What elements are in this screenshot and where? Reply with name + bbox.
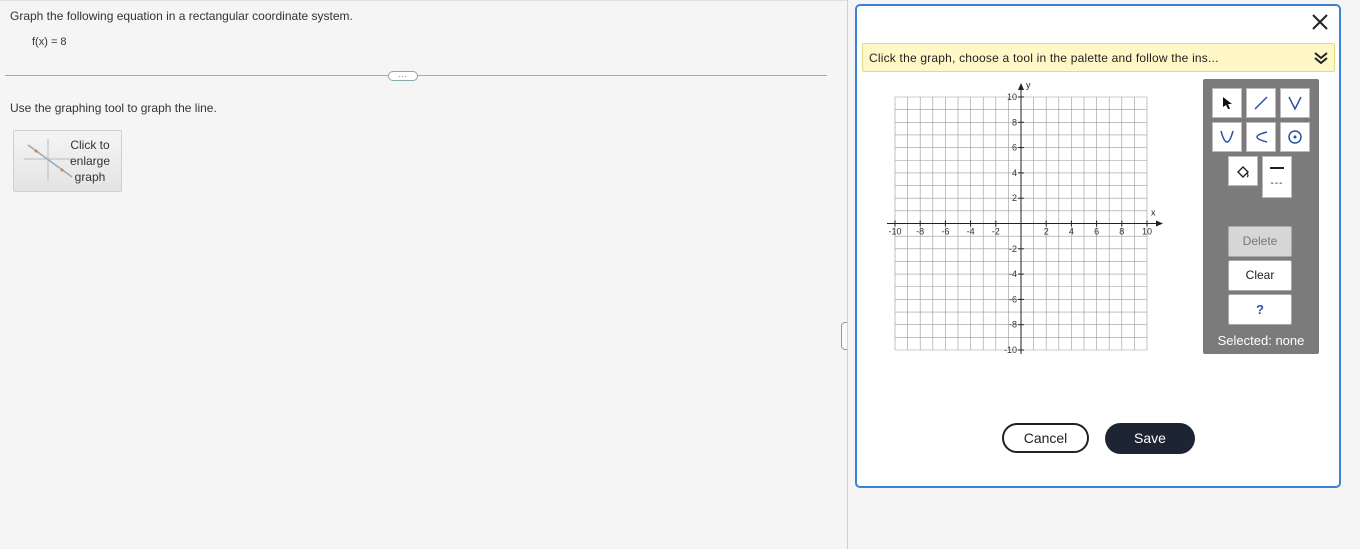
y-tick-label: -10	[1004, 345, 1017, 355]
circle-tool[interactable]	[1280, 122, 1310, 152]
x-tick-label: 6	[1094, 227, 1099, 237]
cancel-button[interactable]: Cancel	[1002, 423, 1089, 453]
x-tick-label: 8	[1119, 227, 1124, 237]
x-tick-label: -6	[941, 227, 949, 237]
x-tick-label: -2	[992, 227, 1000, 237]
selected-status: Selected: none	[1217, 333, 1305, 348]
delete-button[interactable]: Delete	[1228, 226, 1292, 257]
y-tick-label: -6	[1009, 294, 1017, 304]
fill-icon	[1237, 166, 1249, 178]
question-pane: Graph the following equation in a rectan…	[0, 0, 850, 549]
instruction-banner: Click the graph, choose a tool in the pa…	[862, 43, 1335, 72]
y-tick-label: -2	[1009, 244, 1017, 254]
y-tick-label: 6	[1012, 143, 1017, 153]
tool-palette: --- Delete Clear ? Selected: none	[1203, 79, 1319, 354]
help-button[interactable]: ?	[1228, 294, 1292, 325]
x-tick-label: 10	[1142, 227, 1152, 237]
y-tick-label: -4	[1009, 269, 1017, 279]
pointer-tool[interactable]	[1212, 88, 1242, 118]
x-tick-label: -4	[967, 227, 975, 237]
y-tick-label: -8	[1009, 320, 1017, 330]
circle-icon	[1288, 130, 1302, 144]
y-tick-label: 2	[1012, 193, 1017, 203]
question-title: Graph the following equation in a rectan…	[10, 9, 353, 23]
more-button[interactable]: ...	[388, 71, 418, 81]
x-axis-arrow	[1156, 220, 1163, 227]
x-axis-label: x	[1151, 208, 1156, 218]
parabola-icon	[1220, 130, 1234, 143]
vertex-up-icon	[1288, 96, 1302, 111]
line-style-tool[interactable]: ---	[1262, 156, 1292, 198]
y-axis-arrow	[1018, 83, 1024, 90]
graphing-dialog: Click the graph, choose a tool in the pa…	[855, 4, 1341, 488]
x-tick-labels: -10 -8 -6 -4 -2 2 4 6 8 10	[888, 227, 1152, 237]
y-tick-label: 8	[1012, 117, 1017, 127]
absolute-value-tool[interactable]	[1280, 88, 1310, 118]
line-tool-icon	[1254, 96, 1268, 110]
open-left-icon	[1256, 131, 1268, 143]
save-button[interactable]: Save	[1105, 423, 1195, 454]
x-tick-label: 2	[1044, 227, 1049, 237]
banner-text: Click the graph, choose a tool in the pa…	[869, 51, 1219, 65]
chevron-double-down-icon[interactable]	[1313, 50, 1329, 66]
pointer-icon	[1223, 97, 1232, 109]
x-tick-label: 4	[1069, 227, 1074, 237]
dashed-line-option[interactable]: ---	[1263, 178, 1291, 189]
instruction-text: Use the graphing tool to graph the line.	[10, 101, 217, 115]
enlarge-graph-button[interactable]: Click to enlarge graph	[13, 130, 122, 192]
parabola-tool[interactable]	[1212, 122, 1242, 152]
fill-tool[interactable]	[1228, 156, 1258, 186]
x-tick-label: -8	[916, 227, 924, 237]
question-equation: f(x) = 8	[32, 36, 67, 48]
y-tick-label: 4	[1012, 168, 1017, 178]
sideways-parabola-tool[interactable]	[1246, 122, 1276, 152]
line-tool[interactable]	[1246, 88, 1276, 118]
solid-line-icon	[1270, 167, 1284, 169]
close-icon[interactable]	[1310, 12, 1330, 32]
clear-button[interactable]: Clear	[1228, 260, 1292, 291]
enlarge-graph-label: Click to enlarge graph	[69, 138, 111, 184]
y-tick-label: 10	[1007, 92, 1017, 102]
y-axis-label: y	[1026, 80, 1031, 90]
x-tick-label: -10	[888, 227, 901, 237]
coordinate-grid[interactable]: x y -10 -8 -6 -4 -2 2 4 6 8 10 10 8 6 4 2 -2 -4 -6 -8 -10	[877, 76, 1177, 361]
